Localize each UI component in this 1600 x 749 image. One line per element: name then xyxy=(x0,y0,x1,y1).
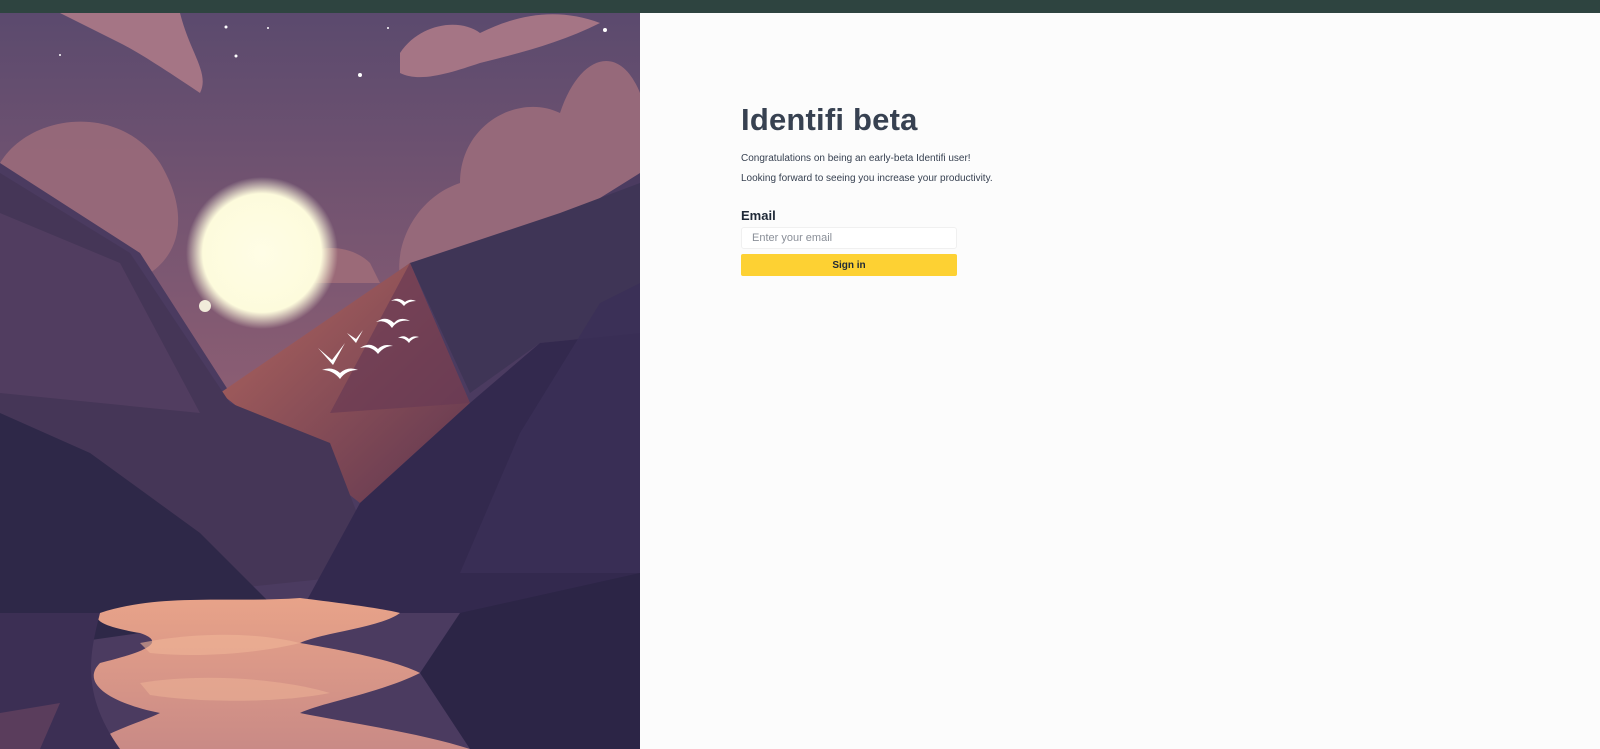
page-title: Identifi beta xyxy=(741,102,918,137)
sign-in-button[interactable]: Sign in xyxy=(741,254,957,276)
email-field[interactable] xyxy=(741,227,957,249)
login-form: Identifi beta Congratulations on being a… xyxy=(741,102,993,276)
mountain-landscape-illustration xyxy=(0,13,640,749)
email-label: Email xyxy=(741,208,776,223)
top-bar xyxy=(0,0,1600,13)
login-panel: Identifi beta Congratulations on being a… xyxy=(640,13,1600,749)
welcome-text: Congratulations on being an early-beta I… xyxy=(741,153,971,164)
hero-illustration xyxy=(0,13,640,749)
tagline-text: Looking forward to seeing you increase y… xyxy=(741,173,993,184)
